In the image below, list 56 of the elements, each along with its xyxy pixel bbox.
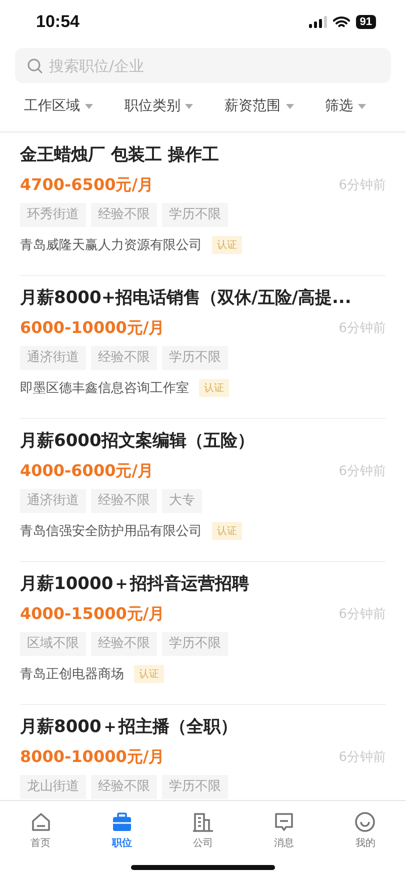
job-tag: 经验不限 <box>91 775 157 799</box>
job-tag: 通济街道 <box>20 489 86 513</box>
smiley-icon <box>354 810 376 832</box>
tab-item[interactable]: 职位 <box>81 801 162 859</box>
company-name: 即墨区德丰鑫信息咨询工作室 <box>20 380 189 397</box>
tab-item[interactable]: 我的 <box>324 801 406 859</box>
battery-level: 91 <box>356 15 376 29</box>
verified-badge: 认证 <box>212 236 242 254</box>
job-tag: 学历不限 <box>162 775 228 799</box>
job-tag: 区域不限 <box>20 632 86 656</box>
job-tag: 经验不限 <box>91 632 157 656</box>
job-tag: 经验不限 <box>91 203 157 227</box>
tab-item[interactable]: 消息 <box>244 801 325 859</box>
wifi-icon <box>332 16 350 28</box>
chat-icon <box>273 810 296 832</box>
job-title[interactable]: 月薪6000招文案编辑（五险） <box>20 429 386 453</box>
job-tag: 经验不限 <box>91 346 157 370</box>
job-tag: 大专 <box>162 489 202 513</box>
salary-text: 8000-10000元/月 <box>20 746 165 768</box>
job-tag: 学历不限 <box>162 346 228 370</box>
filter-dropdown[interactable]: 筛选 <box>324 93 366 119</box>
job-tag: 经验不限 <box>91 489 157 513</box>
job-tag: 通济街道 <box>20 346 86 370</box>
filter-dropdown[interactable]: 职位类别 <box>124 93 194 119</box>
caret-icon <box>358 104 366 108</box>
salary-text: 6000-10000元/月 <box>20 318 165 338</box>
clock-time: 10:54 <box>36 12 80 32</box>
tab-item[interactable]: 公司 <box>162 801 244 859</box>
filter-dropdown[interactable]: 工作区域 <box>24 93 93 119</box>
company-name: 青岛威隆天赢人力资源有限公司 <box>20 237 202 254</box>
signal-icon <box>308 16 327 28</box>
verified-badge: 认证 <box>199 379 229 397</box>
building-icon <box>192 810 214 832</box>
verified-badge: 认证 <box>212 522 242 540</box>
salary-text: 4000-15000元/月 <box>20 604 165 624</box>
briefcase-icon <box>110 810 133 832</box>
job-title[interactable]: 金王蜡烛厂 包装工 操作工 <box>20 143 386 167</box>
house-icon <box>30 810 52 832</box>
company-name: 青岛信强安全防护用品有限公司 <box>20 523 202 540</box>
tab-item[interactable]: 首页 <box>0 801 82 859</box>
caret-icon <box>286 104 294 108</box>
job-tag: 学历不限 <box>162 203 228 227</box>
job-tag: 环秀街道 <box>20 203 86 227</box>
verified-badge: 认证 <box>134 665 164 683</box>
caret-icon <box>185 104 194 108</box>
job-title[interactable]: 月薪8000＋招主播（全职） <box>20 715 386 739</box>
filter-dropdown[interactable]: 薪资范围 <box>224 93 294 119</box>
salary-text: 4700-6500元/月 <box>20 174 154 196</box>
job-title[interactable]: 月薪10000＋招抖音运营招聘 <box>20 572 386 596</box>
job-title[interactable]: 月薪8000+招电话销售（双休/五险/高提... <box>20 286 386 310</box>
company-name: 青岛正创电器商场 <box>20 666 124 683</box>
salary-text: 4000-6000元/月 <box>20 460 154 482</box>
caret-icon <box>85 104 93 108</box>
job-tag: 龙山街道 <box>20 775 86 799</box>
job-tag: 学历不限 <box>162 632 228 656</box>
search-field[interactable]: 搜索职位/企业 <box>15 48 391 83</box>
